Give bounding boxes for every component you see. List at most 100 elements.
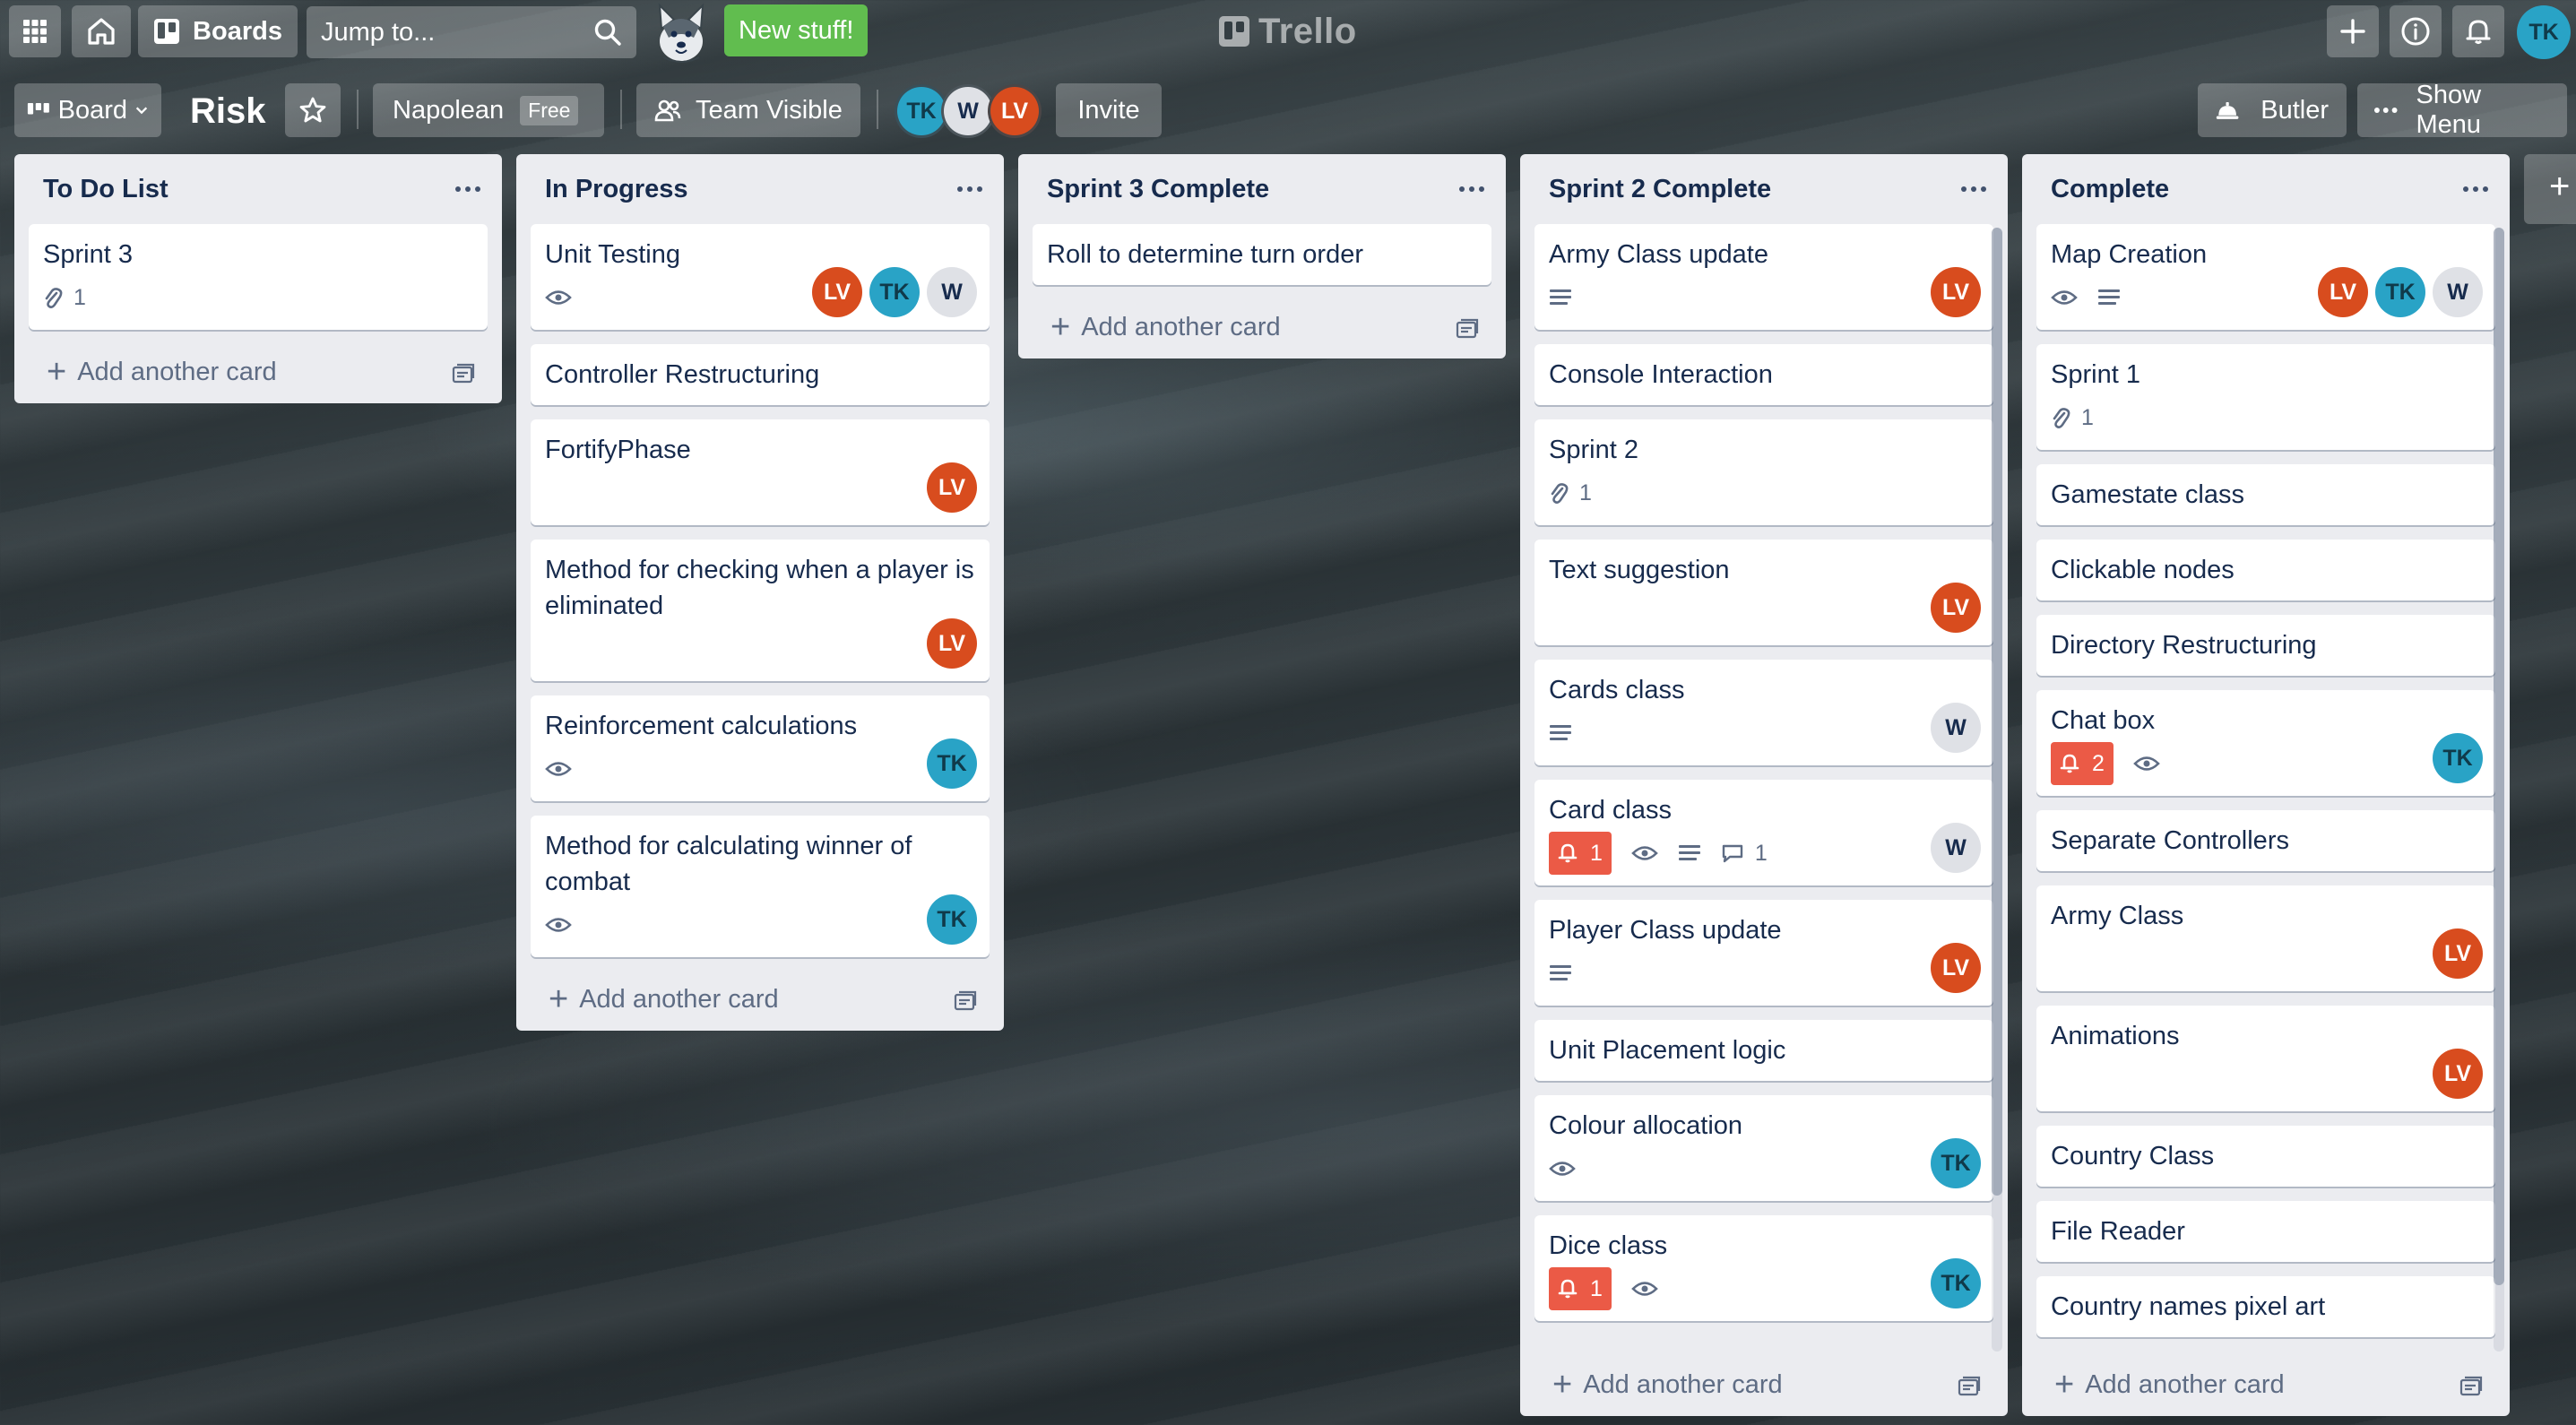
card-member-avatar[interactable]: TK [1931, 1138, 1981, 1188]
card[interactable]: Dice class 1 TK [1534, 1215, 1993, 1321]
card-member-avatar[interactable]: LV [927, 618, 977, 669]
card[interactable]: Sprint 1 1 [2036, 344, 2495, 450]
card[interactable]: Controller Restructuring [531, 344, 990, 405]
create-button[interactable] [2327, 5, 2379, 57]
list-menu-dots-icon[interactable] [1956, 174, 1992, 204]
add-list-button[interactable]: + [2524, 154, 2576, 224]
card[interactable]: Map Creation LV TK W [2036, 224, 2495, 330]
card[interactable]: Army Class LV [2036, 885, 2495, 991]
card-member-avatar[interactable]: LV [1931, 583, 1981, 633]
card-member-avatar[interactable]: LV [2318, 267, 2368, 317]
card[interactable]: Army Class update LV [1534, 224, 1993, 330]
team-button[interactable]: Napolean Free [373, 83, 604, 137]
add-card-button[interactable]: + Add another card [2022, 1357, 2510, 1412]
card-member-avatar[interactable]: LV [2433, 1049, 2483, 1099]
list-title[interactable]: Sprint 3 Complete [1047, 175, 1269, 204]
list-menu-dots-icon[interactable] [2458, 174, 2494, 204]
card[interactable]: Gamestate class [2036, 464, 2495, 525]
due-date-badge[interactable]: 1 [1549, 832, 1612, 875]
card-member-avatar[interactable]: TK [927, 738, 977, 789]
notifications-button[interactable] [2452, 5, 2504, 57]
card-member-avatar[interactable]: TK [869, 267, 920, 317]
list-title[interactable]: Complete [2051, 175, 2169, 204]
card[interactable]: Roll to determine turn order [1033, 224, 1491, 285]
card[interactable]: Directory Restructuring [2036, 615, 2495, 676]
show-menu-button[interactable]: Show Menu [2357, 81, 2567, 139]
user-avatar[interactable]: TK [2517, 5, 2571, 59]
card-member-avatar[interactable]: W [2433, 267, 2483, 317]
card-member-avatar[interactable]: LV [927, 462, 977, 513]
card[interactable]: Method for checking when a player is eli… [531, 540, 990, 681]
list-title[interactable]: Sprint 2 Complete [1549, 175, 1771, 204]
card[interactable]: Unit Placement logic [1534, 1020, 1993, 1081]
list-menu-dots-icon[interactable] [450, 174, 486, 204]
card[interactable]: Method for calculating winner of combat T… [531, 816, 990, 957]
card[interactable]: Card class 1 1 W [1534, 780, 1993, 885]
boards-button[interactable]: Boards [138, 5, 298, 57]
card[interactable]: File Reader [2036, 1201, 2495, 1262]
list-menu-dots-icon[interactable] [1454, 174, 1490, 204]
card[interactable]: Sprint 3 1 [29, 224, 488, 330]
list-header[interactable]: To Do List [14, 154, 502, 224]
board-title[interactable]: Risk [190, 88, 266, 134]
list-title[interactable]: To Do List [43, 175, 169, 204]
taco-husky-mascot-icon[interactable] [647, 2, 715, 65]
card[interactable]: Chat box 2 TK [2036, 690, 2495, 796]
list-header[interactable]: Sprint 2 Complete [1520, 154, 2008, 224]
card-template-icon[interactable] [1456, 317, 1479, 339]
add-card-button[interactable]: + Add another card [14, 344, 502, 400]
card-template-icon[interactable] [1958, 1375, 1981, 1396]
butler-button[interactable]: Butler [2198, 83, 2347, 137]
add-card-button[interactable]: + Add another card [1520, 1357, 2008, 1412]
add-card-button[interactable]: + Add another card [516, 972, 1004, 1027]
card[interactable]: Clickable nodes [2036, 540, 2495, 600]
card-template-icon[interactable] [2459, 1375, 2483, 1396]
search-icon[interactable] [593, 18, 622, 47]
new-stuff-button[interactable]: New stuff! [724, 4, 869, 56]
info-button[interactable] [2390, 5, 2442, 57]
card-member-avatar[interactable]: LV [812, 267, 862, 317]
list-header[interactable]: Sprint 3 Complete [1018, 154, 1506, 224]
apps-grid-button[interactable] [9, 5, 61, 57]
card-member-avatar[interactable]: W [1931, 703, 1981, 753]
card[interactable]: Unit Testing LV TK W [531, 224, 990, 330]
card[interactable]: Animations LV [2036, 1006, 2495, 1111]
list-title[interactable]: In Progress [545, 175, 688, 204]
card[interactable]: Cards class W [1534, 660, 1993, 765]
board-member-avatar[interactable]: TK [895, 84, 948, 138]
board-member-avatar[interactable]: W [941, 84, 995, 138]
board-member-avatar[interactable]: LV [988, 84, 1042, 138]
card-member-avatar[interactable]: TK [2375, 267, 2425, 317]
card[interactable]: Console Interaction [1534, 344, 1993, 405]
home-button[interactable] [72, 5, 131, 57]
star-board-button[interactable] [285, 83, 341, 137]
card[interactable]: Text suggestion LV [1534, 540, 1993, 645]
card-member-avatar[interactable]: TK [927, 894, 977, 945]
card[interactable]: Sprint 2 1 [1534, 419, 1993, 525]
card[interactable]: Country Class [2036, 1126, 2495, 1187]
card-template-icon[interactable] [954, 989, 977, 1011]
due-date-badge[interactable]: 1 [1549, 1267, 1612, 1310]
due-date-badge[interactable]: 2 [2051, 742, 2114, 785]
card-member-avatar[interactable]: W [927, 267, 977, 317]
card-template-icon[interactable] [452, 362, 475, 384]
card-member-avatar[interactable]: TK [1931, 1258, 1981, 1308]
card-member-avatar[interactable]: LV [1931, 267, 1981, 317]
card[interactable]: Player Class update LV [1534, 900, 1993, 1006]
list-header[interactable]: In Progress [516, 154, 1004, 224]
list-menu-dots-icon[interactable] [952, 174, 988, 204]
list-header[interactable]: Complete [2022, 154, 2510, 224]
jump-to-search-input[interactable]: Jump to... [307, 6, 636, 58]
card-member-avatar[interactable]: LV [1931, 943, 1981, 993]
list-scrollbar[interactable] [1992, 228, 2002, 1352]
card[interactable]: FortifyPhase LV [531, 419, 990, 525]
card-member-avatar[interactable]: W [1931, 823, 1981, 873]
trello-logo[interactable]: Trello [1219, 9, 1357, 54]
card-member-avatar[interactable]: TK [2433, 733, 2483, 783]
board-view-switcher-button[interactable]: Board [14, 83, 161, 137]
visibility-button[interactable]: Team Visible [636, 83, 860, 137]
card-member-avatar[interactable]: LV [2433, 928, 2483, 979]
add-card-button[interactable]: + Add another card [1018, 299, 1506, 355]
card[interactable]: Separate Controllers [2036, 810, 2495, 871]
card[interactable]: Colour allocation TK [1534, 1095, 1993, 1201]
